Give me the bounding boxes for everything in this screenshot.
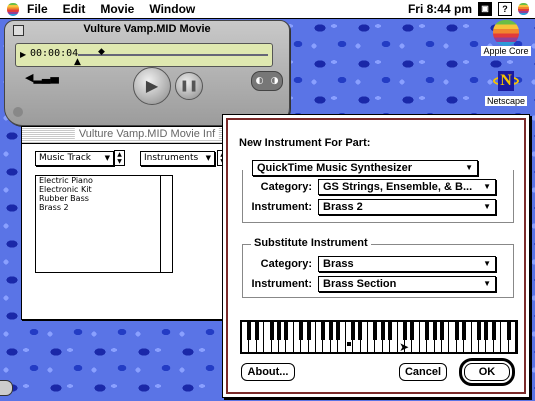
piano-black-key[interactable] (432, 322, 437, 340)
chevron-down-icon: ▼ (104, 154, 110, 162)
cancel-button[interactable]: Cancel (399, 363, 447, 381)
piano-keyboard[interactable] (240, 320, 518, 354)
desktop-icon-label: Netscape (484, 96, 528, 106)
list-item[interactable]: Brass 2 (36, 203, 172, 212)
substitute-group-title: Substitute Instrument (251, 237, 371, 249)
instrument-group (242, 170, 514, 223)
piano-black-key[interactable] (373, 322, 378, 340)
dialog-heading: New Instrument For Part: (239, 137, 371, 149)
selection-marker-icon[interactable]: ▲ (74, 57, 81, 67)
piano-black-key[interactable] (402, 322, 407, 340)
piano-black-key[interactable] (358, 322, 363, 340)
player-title: Vulture Vamp.MID Movie (83, 23, 211, 35)
piano-black-key[interactable] (454, 322, 459, 340)
piano-black-key[interactable] (284, 322, 289, 340)
monitor-icon[interactable]: ▣ (478, 2, 492, 16)
desktop-icon-label: Apple Core (481, 46, 531, 56)
scrub-thumb-icon[interactable]: ◆ (98, 47, 105, 57)
list-item[interactable]: Electric Piano (36, 176, 172, 185)
menu-edit[interactable]: Edit (63, 2, 86, 16)
chevron-down-icon: ▼ (483, 182, 491, 191)
menu-movie[interactable]: Movie (100, 2, 134, 16)
piano-black-key[interactable] (351, 322, 356, 340)
ok-button[interactable]: OK (459, 358, 515, 386)
piano-black-key[interactable] (462, 322, 467, 340)
info-window-title: Vulture Vamp.MID Movie Inf (74, 128, 220, 140)
instrument-popup[interactable]: Brass 2 ▼ (318, 199, 496, 215)
menu-window[interactable]: Window (149, 2, 195, 16)
collapsed-window-tab-icon[interactable] (0, 380, 13, 396)
substitute-category-popup[interactable]: Brass ▼ (318, 256, 496, 272)
apple-logo-icon (493, 20, 519, 46)
instrument-value: Brass 2 (323, 201, 363, 213)
piano-black-key[interactable] (388, 322, 393, 340)
piano-black-key[interactable] (380, 322, 385, 340)
scrub-track[interactable] (78, 54, 268, 56)
piano-black-key[interactable] (269, 322, 274, 340)
list-scrollbar[interactable] (160, 176, 172, 272)
time-readout: 00:00:04 (30, 48, 79, 59)
piano-black-key[interactable] (410, 322, 415, 340)
instrument-label: Instrument: (251, 201, 313, 213)
piano-black-key[interactable] (321, 322, 326, 340)
desktop-icon-apple-core[interactable]: Apple Core (481, 20, 531, 56)
menu-bar: File Edit Movie Window Fri 8:44 pm ▣ ? (0, 0, 535, 19)
apple-menu-icon[interactable] (7, 2, 19, 16)
substitute-instrument-label: Instrument: (251, 278, 313, 290)
pause-button[interactable]: ❚❚ (175, 72, 203, 100)
track-stepper[interactable]: ▲ ▼ (114, 150, 125, 166)
track-popup-value: Music Track (39, 153, 92, 163)
piano-black-key[interactable] (306, 322, 311, 340)
substitute-instrument-popup[interactable]: Brass Section ▼ (318, 276, 496, 292)
help-icon[interactable]: ? (498, 2, 512, 16)
step-back-icon[interactable]: ◐ (256, 76, 264, 86)
menu-file[interactable]: File (27, 2, 48, 16)
category-value: GS Strings, Ensemble, & B... (323, 181, 473, 193)
chevron-down-icon: ▼ (483, 202, 491, 211)
piano-black-key[interactable] (254, 322, 259, 340)
piano-black-key[interactable] (506, 322, 511, 340)
piano-black-key[interactable] (491, 322, 496, 340)
resize-grip-icon[interactable] (13, 107, 23, 117)
mouse-pointer-icon: ➤ (399, 340, 410, 354)
substitute-instrument-value: Brass Section (323, 278, 397, 290)
piano-black-key[interactable] (299, 322, 304, 340)
volume-icon[interactable]: ◀▂▃▄ (25, 71, 59, 84)
play-indicator-icon: ▶ (20, 50, 27, 59)
selected-note-marker (347, 342, 352, 346)
desktop-icon-netscape[interactable]: N Netscape (481, 68, 531, 106)
netscape-icon: N (493, 68, 519, 96)
category-label: Category: (260, 181, 312, 193)
piano-black-key[interactable] (328, 322, 333, 340)
player-options-button[interactable]: ◐ ◑ (251, 71, 283, 91)
application-menu-icon[interactable] (518, 3, 529, 15)
category-popup[interactable]: GS Strings, Ensemble, & B... ▼ (318, 179, 496, 195)
step-forward-icon[interactable]: ◑ (271, 76, 279, 86)
piano-black-key[interactable] (277, 322, 282, 340)
movie-player-window: Vulture Vamp.MID Movie ▶ 00:00:04 ◆ ▲ ◀▂… (4, 20, 290, 126)
menubar-clock[interactable]: Fri 8:44 pm (408, 2, 472, 16)
piano-black-key[interactable] (476, 322, 481, 340)
list-item[interactable]: Rubber Bass (36, 194, 172, 203)
piano-black-key[interactable] (336, 322, 341, 340)
track-popup[interactable]: Music Track ▼ (35, 151, 114, 166)
time-display: ▶ 00:00:04 ◆ ▲ (15, 43, 273, 67)
piano-black-key[interactable] (247, 322, 252, 340)
piano-black-key[interactable] (425, 322, 430, 340)
instrument-list: Electric Piano Electronic Kit Rubber Bas… (35, 175, 173, 273)
info-type-popup-value: Instruments (144, 153, 199, 163)
list-item[interactable]: Electronic Kit (36, 185, 172, 194)
piano-black-key[interactable] (484, 322, 489, 340)
info-type-popup[interactable]: Instruments ▼ (140, 151, 215, 166)
play-button[interactable]: ▶ (133, 67, 171, 105)
chevron-down-icon: ▼ (205, 154, 211, 162)
substitute-category-label: Category: (260, 258, 312, 270)
chevron-down-icon: ▼ (483, 259, 491, 268)
about-button[interactable]: About... (241, 363, 295, 381)
substitute-category-value: Brass (323, 258, 354, 270)
chevron-down-icon: ▼ (483, 279, 491, 288)
piano-black-key[interactable] (439, 322, 444, 340)
